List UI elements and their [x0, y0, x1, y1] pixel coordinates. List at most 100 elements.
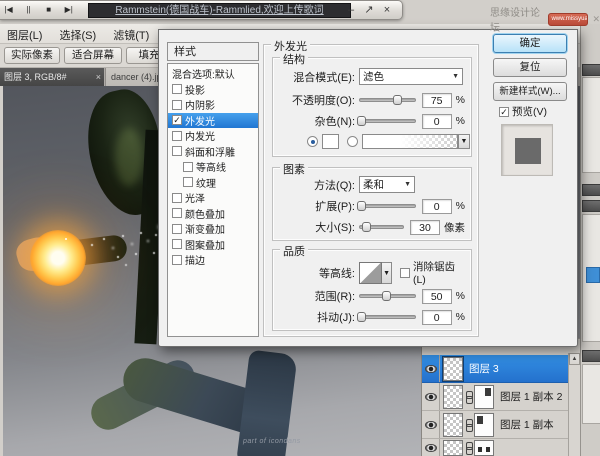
color-radio[interactable] — [307, 136, 318, 147]
style-item-blending-options[interactable]: 混合选项:默认 — [168, 66, 258, 82]
layer-name: 图层 3 — [469, 363, 499, 375]
minimize-icon[interactable]: – — [344, 2, 358, 19]
size-value[interactable]: 30 — [410, 219, 440, 235]
glow-color-swatch[interactable] — [322, 134, 339, 149]
size-slider[interactable] — [359, 222, 404, 232]
layer-row-selected[interactable]: 图层 3 — [422, 355, 569, 383]
style-item-inner-shadow[interactable]: 内阴影 — [168, 97, 258, 113]
collapsed-panel-header[interactable] — [582, 200, 600, 212]
layer-row-partial[interactable] — [422, 439, 569, 456]
contour-thumbnail[interactable] — [359, 261, 382, 284]
stop-icon[interactable]: ■ — [40, 1, 57, 18]
jitter-label: 抖动(J): — [317, 312, 355, 324]
scroll-up-icon[interactable]: ▲ — [569, 353, 580, 365]
restore-icon[interactable]: ↗ — [362, 2, 376, 19]
layer-mask-thumbnail[interactable] — [474, 439, 494, 456]
menu-filter[interactable]: 滤镜(T) — [106, 24, 156, 43]
layer-mask-thumbnail[interactable] — [474, 412, 494, 437]
checkbox[interactable] — [172, 239, 182, 250]
noise-slider-thumb[interactable] — [356, 116, 366, 126]
layer-thumbnail[interactable] — [443, 384, 463, 409]
blue-swatch[interactable] — [586, 267, 600, 283]
menu-layer[interactable]: 图层(L) — [0, 24, 49, 43]
layer-mask-thumbnail[interactable] — [474, 384, 494, 409]
menu-select[interactable]: 选择(S) — [53, 24, 104, 43]
visibility-eye-icon[interactable] — [424, 364, 437, 373]
checkbox[interactable] — [172, 146, 182, 157]
size-slider-thumb[interactable] — [362, 222, 372, 232]
gradient-radio[interactable] — [347, 136, 358, 147]
checkbox[interactable] — [172, 223, 182, 234]
layer-style-dialog: 样式 混合选项:默认 投影 内阴影 ✓ 外发光 内发光 斜面和浮雕 等高线 纹理 … — [158, 29, 578, 347]
pause-icon[interactable]: || — [20, 1, 37, 18]
style-item-drop-shadow[interactable]: 投影 — [168, 82, 258, 98]
opacity-slider[interactable] — [359, 95, 416, 105]
tab-close-icon[interactable]: × — [96, 68, 101, 86]
spread-value[interactable]: 0 — [421, 198, 452, 214]
forum-watermark: 思缘设计论坛 www.missyuan.com ✕ — [490, 4, 600, 34]
checkbox[interactable] — [183, 177, 193, 188]
collapsed-panel-header[interactable] — [582, 350, 600, 362]
tab-document-active[interactable]: × 图层 3, RGB/8# — [0, 68, 104, 86]
checkbox-checked[interactable]: ✓ — [172, 115, 182, 126]
opacity-slider-thumb[interactable] — [393, 95, 403, 105]
close-icon[interactable]: × — [380, 2, 394, 19]
style-item-color-overlay[interactable]: 颜色叠加 — [168, 206, 258, 222]
noise-value[interactable]: 0 — [421, 113, 452, 129]
style-item-gradient-overlay[interactable]: 渐变叠加 — [168, 221, 258, 237]
style-item-inner-glow[interactable]: 内发光 — [168, 128, 258, 144]
collapsed-panel-header[interactable] — [582, 64, 600, 76]
antialias-checkbox[interactable] — [399, 267, 410, 278]
visibility-eye-icon[interactable] — [424, 420, 437, 429]
layers-scrollbar[interactable]: ▲ — [568, 353, 580, 456]
blend-mode-select[interactable]: 滤色 ▼ — [359, 68, 463, 85]
spread-slider-thumb[interactable] — [356, 201, 366, 211]
range-slider[interactable] — [359, 291, 416, 301]
layer-thumbnail[interactable] — [443, 439, 463, 456]
checkbox[interactable] — [172, 208, 182, 219]
structure-title: 结构 — [280, 51, 308, 67]
gradient-picker-arrow-icon[interactable]: ▼ — [458, 134, 470, 149]
actual-pixels-button[interactable]: 实际像素 — [4, 47, 60, 64]
glow-gradient-bar[interactable]: ▼ — [362, 134, 470, 149]
layer-row[interactable]: 图层 1 副本 2 — [422, 383, 569, 411]
ok-button[interactable]: 确定 — [493, 34, 567, 53]
next-track-icon[interactable]: ▶| — [60, 1, 77, 18]
style-item-bevel-emboss[interactable]: 斜面和浮雕 — [168, 144, 258, 160]
reset-button[interactable]: 复位 — [493, 58, 567, 77]
checkbox[interactable] — [172, 99, 182, 110]
antialias-label: 消除锯齿(L) — [412, 261, 455, 286]
checkbox[interactable] — [172, 130, 182, 141]
contour-picker-arrow-icon[interactable]: ▼ — [381, 261, 393, 284]
noise-slider[interactable] — [356, 116, 416, 126]
spread-slider[interactable] — [356, 201, 416, 211]
style-item-satin[interactable]: 光泽 — [168, 190, 258, 206]
layer-thumbnail[interactable] — [443, 412, 463, 437]
previous-track-icon[interactable]: |◀ — [0, 1, 17, 18]
range-slider-thumb[interactable] — [382, 291, 392, 301]
preview-checkbox[interactable]: ✓ — [499, 106, 509, 117]
checkbox[interactable] — [172, 192, 182, 203]
collapsed-panel-header[interactable] — [582, 184, 600, 196]
style-item-stroke[interactable]: 描边 — [168, 252, 258, 268]
new-style-button[interactable]: 新建样式(W)... — [493, 82, 567, 101]
opacity-value[interactable]: 75 — [421, 92, 452, 108]
layer-thumbnail[interactable] — [442, 355, 464, 382]
style-item-outer-glow[interactable]: ✓ 外发光 — [168, 112, 258, 128]
method-select[interactable]: 柔和 ▼ — [359, 176, 415, 193]
checkbox[interactable] — [172, 254, 182, 265]
fit-screen-button[interactable]: 适合屏幕 — [64, 47, 122, 64]
jitter-value[interactable]: 0 — [421, 309, 452, 325]
visibility-eye-icon[interactable] — [424, 443, 437, 452]
style-item-contour[interactable]: 等高线 — [168, 159, 258, 175]
layer-row[interactable]: 图层 1 副本 — [422, 411, 569, 439]
style-item-texture[interactable]: 纹理 — [168, 175, 258, 191]
visibility-eye-icon[interactable] — [424, 392, 437, 401]
jitter-slider-thumb[interactable] — [356, 312, 366, 322]
jitter-slider[interactable] — [356, 312, 416, 322]
style-item-pattern-overlay[interactable]: 图案叠加 — [168, 237, 258, 253]
checkbox[interactable] — [183, 161, 193, 172]
checkbox[interactable] — [172, 84, 182, 95]
range-value[interactable]: 50 — [421, 288, 452, 304]
outer-glow-groupbox: 外发光 结构 混合模式(E): 滤色 ▼ 不透明度(O): 75 % 杂色(N)… — [263, 38, 479, 337]
